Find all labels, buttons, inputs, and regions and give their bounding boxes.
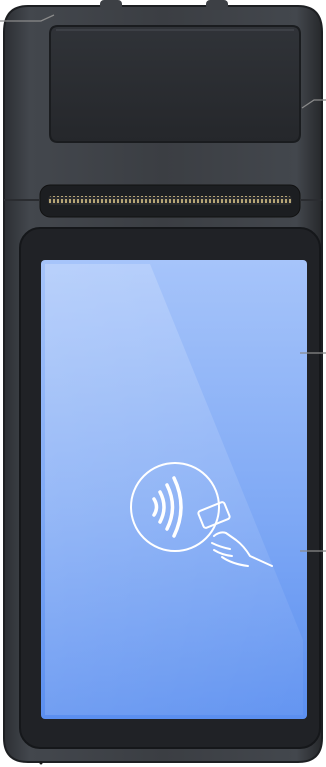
front-sensor: [39, 761, 43, 765]
paper-cutter-teeth: [48, 196, 292, 205]
product-image: [0, 0, 326, 767]
pos-terminal-device: [0, 0, 326, 765]
top-bump-right: [206, 0, 228, 10]
printer-cover: [49, 25, 301, 143]
top-bump-left: [100, 0, 122, 10]
